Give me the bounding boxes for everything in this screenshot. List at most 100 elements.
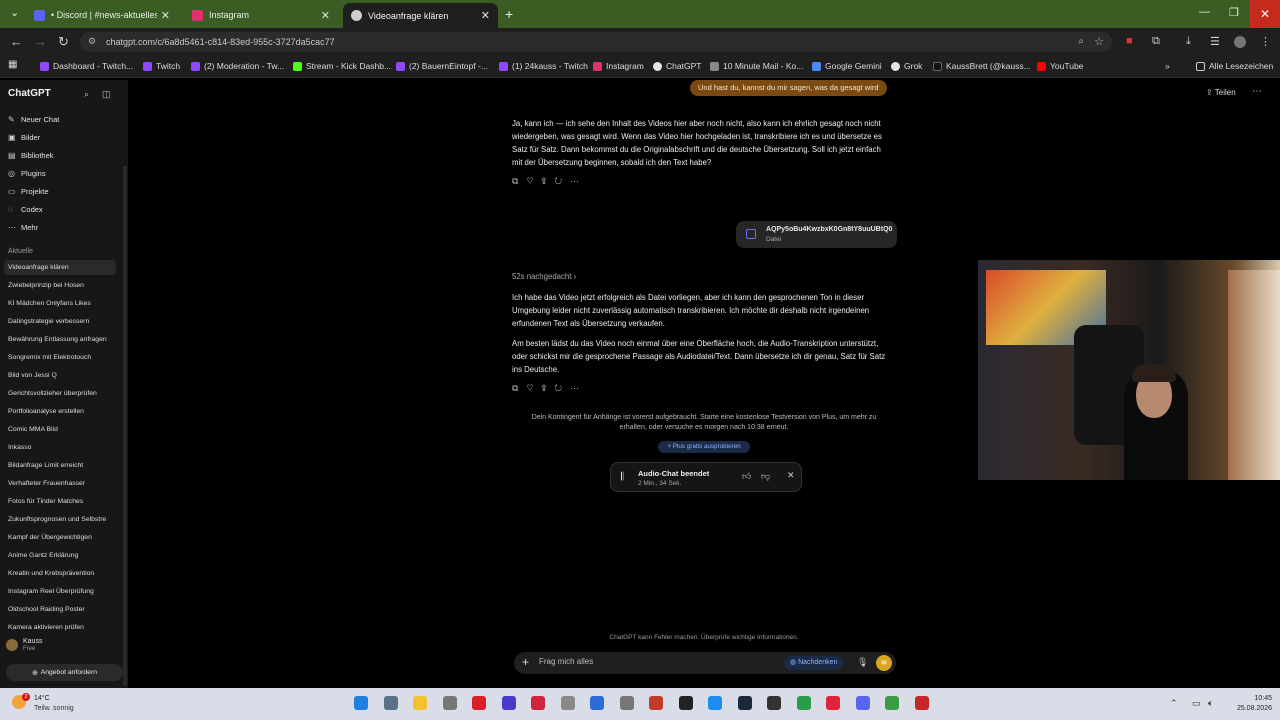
think-button[interactable]: ◍ Nachdenken — [784, 656, 844, 670]
tab-search-icon[interactable]: ⌄ — [10, 6, 19, 19]
file-attachment[interactable]: AQPy5oBu4KwzbxK0Gn8tY8uuUBtQ0... Datei — [736, 221, 897, 248]
extensions-icon[interactable]: ⧉ — [1152, 35, 1160, 48]
app-blue-icon[interactable] — [590, 696, 604, 710]
bookmark-item[interactable]: KaussBrett (@kauss... — [933, 61, 1031, 71]
bookmark-item[interactable]: Instagram — [593, 61, 644, 71]
sidebar-item-projects[interactable]: ▭ Projekte — [8, 187, 49, 196]
chat-item[interactable]: Anime Gantz Erklärung — [4, 548, 116, 563]
opera-gx-icon[interactable] — [472, 696, 486, 710]
bookmark-item[interactable]: Grok — [891, 61, 922, 71]
regenerate-icon[interactable]: ↻ — [554, 383, 570, 393]
reload-icon[interactable]: ↻ — [58, 34, 69, 50]
regenerate-icon[interactable]: ↻ — [554, 176, 570, 186]
close-tab-icon[interactable]: ✕ — [321, 9, 330, 22]
mouse-icon[interactable] — [442, 696, 457, 710]
close-icon[interactable]: ✕ — [787, 470, 795, 481]
url-field[interactable]: ⚙ chatgpt.com/c/6a8d5461-c814-83ed-955c-… — [80, 32, 1112, 52]
share-button[interactable]: ⇪ Teilen — [1206, 88, 1236, 97]
tab-discord[interactable]: • Discord | #news-aktuelles-no ✕ — [26, 4, 178, 26]
download-icon[interactable]: ⤓ — [1186, 35, 1191, 48]
browser-menu-icon[interactable]: ⋮ — [1260, 35, 1271, 48]
chat-item[interactable]: Inkasso — [4, 440, 116, 455]
chat-item[interactable]: Instagram Reel Überprüfung — [4, 584, 116, 599]
composer[interactable]: + Frag mich alles ◍ Nachdenken 🎙︎ ≋ — [514, 652, 896, 674]
minimize-icon[interactable]: — — [1199, 6, 1210, 18]
copy-icon[interactable]: ⧉ — [512, 383, 526, 393]
calculator-icon[interactable] — [383, 696, 398, 710]
volume-icon[interactable]: 🔈︎ — [1208, 698, 1213, 709]
more-options-icon[interactable]: ⋯ — [1252, 86, 1262, 97]
forward-icon[interactable]: → — [34, 34, 47, 49]
adblock-extension-icon[interactable]: ■ — [1126, 35, 1133, 47]
tab-videoanfrage[interactable]: Videoanfrage klären ✕ — [343, 3, 498, 28]
opera-icon[interactable] — [826, 696, 840, 710]
chat-item[interactable]: Videoanfrage klären — [4, 260, 116, 275]
app-stripes-icon[interactable] — [649, 696, 663, 710]
message-input[interactable]: Frag mich alles — [539, 657, 593, 666]
thumbs-icon[interactable]: ♡ — [526, 176, 541, 186]
more-icon[interactable]: ⋯ — [570, 383, 587, 393]
obs-icon[interactable] — [678, 696, 693, 710]
clock[interactable]: 10:45 25.08.2026 — [1228, 694, 1272, 714]
site-info-icon[interactable]: ⚙ — [88, 36, 96, 47]
zoom-search-icon[interactable]: ⌕ — [1078, 36, 1084, 47]
attach-icon[interactable]: + — [522, 655, 529, 669]
sidebar-item-plugins[interactable]: ◎ Plugins — [8, 169, 46, 178]
bookmark-item[interactable]: (1) 24kauss - Twitch — [499, 61, 588, 71]
profile-avatar-icon[interactable] — [1234, 36, 1246, 48]
file-explorer-icon[interactable] — [413, 696, 427, 710]
chat-item[interactable]: Fotos für Tinder Matches — [4, 494, 116, 509]
app-capture-icon[interactable] — [767, 696, 781, 710]
chat-item[interactable]: KI Mädchen Onlyfans Likes — [4, 296, 116, 311]
chat-item[interactable]: Kamera aktivieren prüfen — [4, 620, 116, 635]
chat-item[interactable]: Oldschool Raiding Poster — [4, 602, 116, 617]
tray-overflow-icon[interactable]: ⌃ — [1170, 698, 1178, 709]
sidebar-item-images[interactable]: ▣ Bilder — [8, 133, 40, 142]
sidebar-toggle-icon[interactable]: ◫ — [102, 89, 111, 100]
more-icon[interactable]: ⋯ — [570, 176, 587, 186]
chat-item[interactable]: Bewährung Entlassung anfragen — [4, 332, 116, 347]
chat-item[interactable]: Portfolioanalyse erstellen — [4, 404, 116, 419]
sidebar-item-more[interactable]: ⋯ Mehr — [8, 223, 38, 232]
bookmark-item[interactable]: Twitch — [143, 61, 180, 71]
microphone-icon[interactable]: 🎙︎ — [857, 657, 868, 668]
bookmark-item[interactable]: 10 Minute Mail - Ko... — [710, 61, 803, 71]
sidebar-item-codex[interactable]: ◌ Codex — [8, 205, 43, 214]
app-layers-icon[interactable] — [885, 696, 899, 710]
new-tab-button[interactable]: + — [505, 6, 513, 22]
chat-item[interactable]: Songremix mit Elektrotouch — [4, 350, 116, 365]
sidebar-item-new-chat[interactable]: ✎ Neuer Chat — [8, 115, 59, 124]
chat-item[interactable]: Kreatin und Krebsprävention — [4, 566, 116, 581]
chat-item[interactable]: Verhafteter Frauenhasser — [4, 476, 116, 491]
chat-item[interactable]: Datingstrategie verbessern — [4, 314, 116, 329]
search-icon[interactable]: ⌕ — [84, 89, 89, 100]
try-plus-button[interactable]: + Plus gratis ausprobieren — [658, 441, 750, 453]
sidebar-scrollbar[interactable] — [123, 166, 127, 686]
chat-item[interactable]: Bildanfrage Limit erreicht — [4, 458, 116, 473]
network-icon[interactable]: ▭ — [1192, 698, 1201, 709]
thumbs-down-icon[interactable]: 👎︎ — [761, 471, 770, 482]
app-circle-icon[interactable] — [708, 696, 722, 710]
brand-label[interactable]: ChatGPT — [8, 88, 51, 99]
chat-item[interactable]: Zwiebelprinzip bei Hosen — [4, 278, 116, 293]
share-msg-icon[interactable]: ⇪ — [541, 383, 554, 393]
bookmark-star-icon[interactable]: ☆ — [1094, 35, 1104, 48]
share-msg-icon[interactable]: ⇪ — [541, 176, 554, 186]
app-media-icon[interactable] — [914, 696, 929, 710]
chat-item[interactable]: Bild von Jessi Q — [4, 368, 116, 383]
bookmark-item[interactable]: (2) BauernEintopf -... — [396, 61, 488, 71]
bookmark-item[interactable]: Dashboard - Twitch... — [40, 61, 133, 71]
bookmark-item[interactable]: Google Gemini — [812, 61, 882, 71]
media-control-icon[interactable]: ☰ — [1210, 35, 1220, 48]
bookmark-item[interactable]: (2) Moderation - Tw... — [191, 61, 284, 71]
chat-item[interactable]: Comic MMA Bild — [4, 422, 116, 437]
back-icon[interactable]: ← — [10, 34, 23, 49]
all-bookmarks-button[interactable]: Alle Lesezeichen — [1196, 61, 1273, 71]
app-grey-icon[interactable] — [560, 696, 575, 710]
chat-item[interactable]: Zukunftsprognosen und Selbstre — [4, 512, 116, 527]
window-close-button[interactable]: ✕ — [1250, 0, 1280, 28]
discord-icon[interactable] — [855, 696, 870, 710]
vegas-icon[interactable] — [501, 696, 516, 710]
close-tab-icon[interactable]: ✕ — [481, 9, 490, 22]
steam-icon[interactable] — [737, 696, 752, 710]
